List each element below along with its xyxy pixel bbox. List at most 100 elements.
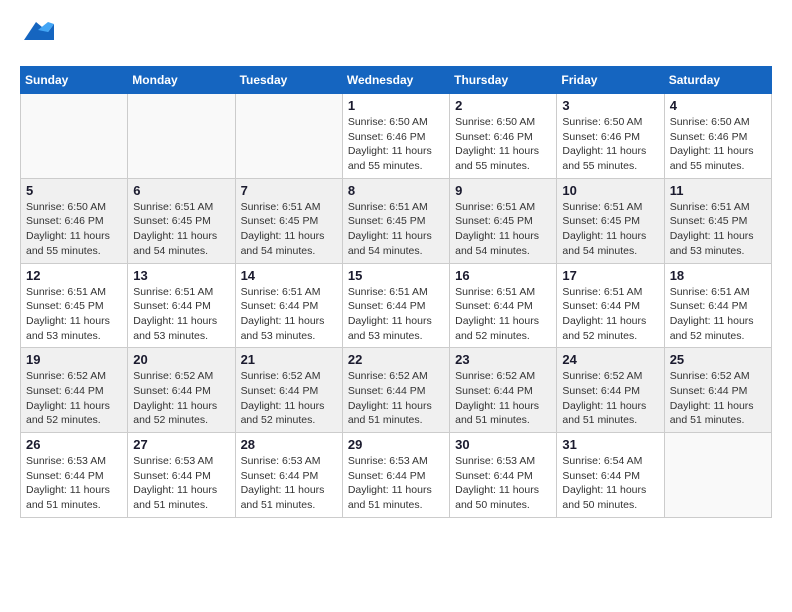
weekday-header: Monday: [128, 67, 235, 94]
calendar-day-cell: 6 Sunrise: 6:51 AMSunset: 6:45 PMDaylight…: [128, 178, 235, 263]
calendar-day-cell: 12 Sunrise: 6:51 AMSunset: 6:45 PMDayligh…: [21, 263, 128, 348]
day-info: Sunrise: 6:50 AMSunset: 6:46 PMDaylight:…: [455, 115, 551, 174]
day-number: 7: [241, 183, 337, 198]
calendar-day-cell: 15 Sunrise: 6:51 AMSunset: 6:44 PMDayligh…: [342, 263, 449, 348]
day-info: Sunrise: 6:52 AMSunset: 6:44 PMDaylight:…: [670, 369, 766, 428]
day-info: Sunrise: 6:53 AMSunset: 6:44 PMDaylight:…: [348, 454, 444, 513]
day-number: 4: [670, 98, 766, 113]
calendar-day-cell: 11 Sunrise: 6:51 AMSunset: 6:45 PMDayligh…: [664, 178, 771, 263]
calendar-day-cell: 25 Sunrise: 6:52 AMSunset: 6:44 PMDayligh…: [664, 348, 771, 433]
calendar-day-cell: 22 Sunrise: 6:52 AMSunset: 6:44 PMDayligh…: [342, 348, 449, 433]
day-info: Sunrise: 6:51 AMSunset: 6:45 PMDaylight:…: [562, 200, 658, 259]
calendar-day-cell: 14Sunrise: 6:51 AMSunset: 6:44 PMDayligh…: [235, 263, 342, 348]
day-info: Sunrise: 6:52 AMSunset: 6:44 PMDaylight:…: [562, 369, 658, 428]
day-info: Sunrise: 6:51 AMSunset: 6:45 PMDaylight:…: [241, 200, 337, 259]
day-number: 6: [133, 183, 229, 198]
weekday-header: Sunday: [21, 67, 128, 94]
calendar-day-cell: 20 Sunrise: 6:52 AMSunset: 6:44 PMDayligh…: [128, 348, 235, 433]
weekday-header-row: SundayMondayTuesdayWednesdayThursdayFrid…: [21, 67, 772, 94]
calendar-day-cell: 26 Sunrise: 6:53 AMSunset: 6:44 PMDayligh…: [21, 433, 128, 518]
calendar-table: SundayMondayTuesdayWednesdayThursdayFrid…: [20, 66, 772, 518]
logo: [20, 20, 54, 50]
calendar-week-row: 19 Sunrise: 6:52 AMSunset: 6:44 PMDayligh…: [21, 348, 772, 433]
day-number: 27: [133, 437, 229, 452]
calendar-day-cell: 21 Sunrise: 6:52 AMSunset: 6:44 PMDayligh…: [235, 348, 342, 433]
day-info: Sunrise: 6:51 AMSunset: 6:44 PMDaylight:…: [133, 285, 229, 344]
day-number: 3: [562, 98, 658, 113]
day-number: 10: [562, 183, 658, 198]
day-number: 9: [455, 183, 551, 198]
day-number: 22: [348, 352, 444, 367]
day-info: Sunrise: 6:52 AMSunset: 6:44 PMDaylight:…: [241, 369, 337, 428]
day-number: 16: [455, 268, 551, 283]
calendar-day-cell: [128, 94, 235, 179]
day-number: 5: [26, 183, 122, 198]
day-number: 30: [455, 437, 551, 452]
calendar-day-cell: 19 Sunrise: 6:52 AMSunset: 6:44 PMDayligh…: [21, 348, 128, 433]
day-info: Sunrise: 6:52 AMSunset: 6:44 PMDaylight:…: [455, 369, 551, 428]
day-info: Sunrise: 6:53 AMSunset: 6:44 PMDaylight:…: [455, 454, 551, 513]
day-number: 23: [455, 352, 551, 367]
weekday-header: Friday: [557, 67, 664, 94]
calendar-day-cell: 2 Sunrise: 6:50 AMSunset: 6:46 PMDaylight…: [450, 94, 557, 179]
day-number: 25: [670, 352, 766, 367]
day-info: Sunrise: 6:51 AMSunset: 6:45 PMDaylight:…: [133, 200, 229, 259]
calendar-day-cell: 29Sunrise: 6:53 AMSunset: 6:44 PMDayligh…: [342, 433, 449, 518]
calendar-week-row: 1 Sunrise: 6:50 AMSunset: 6:46 PMDaylight…: [21, 94, 772, 179]
day-info: Sunrise: 6:51 AMSunset: 6:45 PMDaylight:…: [455, 200, 551, 259]
day-info: Sunrise: 6:50 AMSunset: 6:46 PMDaylight:…: [562, 115, 658, 174]
day-number: 11: [670, 183, 766, 198]
day-number: 12: [26, 268, 122, 283]
day-info: Sunrise: 6:53 AMSunset: 6:44 PMDaylight:…: [26, 454, 122, 513]
day-info: Sunrise: 6:50 AMSunset: 6:46 PMDaylight:…: [348, 115, 444, 174]
calendar-day-cell: 17 Sunrise: 6:51 AMSunset: 6:44 PMDayligh…: [557, 263, 664, 348]
day-number: 2: [455, 98, 551, 113]
day-number: 19: [26, 352, 122, 367]
day-number: 17: [562, 268, 658, 283]
calendar-week-row: 26 Sunrise: 6:53 AMSunset: 6:44 PMDayligh…: [21, 433, 772, 518]
day-info: Sunrise: 6:53 AMSunset: 6:44 PMDaylight:…: [133, 454, 229, 513]
day-info: Sunrise: 6:51 AMSunset: 6:44 PMDaylight:…: [562, 285, 658, 344]
day-number: 21: [241, 352, 337, 367]
calendar-day-cell: 9 Sunrise: 6:51 AMSunset: 6:45 PMDaylight…: [450, 178, 557, 263]
day-number: 18: [670, 268, 766, 283]
calendar-day-cell: 10 Sunrise: 6:51 AMSunset: 6:45 PMDayligh…: [557, 178, 664, 263]
calendar-day-cell: 31Sunrise: 6:54 AMSunset: 6:44 PMDayligh…: [557, 433, 664, 518]
day-number: 15: [348, 268, 444, 283]
day-number: 8: [348, 183, 444, 198]
calendar-day-cell: 18 Sunrise: 6:51 AMSunset: 6:44 PMDayligh…: [664, 263, 771, 348]
day-info: Sunrise: 6:50 AMSunset: 6:46 PMDaylight:…: [26, 200, 122, 259]
calendar-day-cell: 8Sunrise: 6:51 AMSunset: 6:45 PMDaylight…: [342, 178, 449, 263]
calendar-week-row: 12 Sunrise: 6:51 AMSunset: 6:45 PMDayligh…: [21, 263, 772, 348]
weekday-header: Wednesday: [342, 67, 449, 94]
weekday-header: Saturday: [664, 67, 771, 94]
day-info: Sunrise: 6:51 AMSunset: 6:45 PMDaylight:…: [26, 285, 122, 344]
day-info: Sunrise: 6:52 AMSunset: 6:44 PMDaylight:…: [133, 369, 229, 428]
calendar-day-cell: 16Sunrise: 6:51 AMSunset: 6:44 PMDayligh…: [450, 263, 557, 348]
weekday-header: Thursday: [450, 67, 557, 94]
calendar-day-cell: 5 Sunrise: 6:50 AMSunset: 6:46 PMDaylight…: [21, 178, 128, 263]
day-number: 13: [133, 268, 229, 283]
calendar-day-cell: 3 Sunrise: 6:50 AMSunset: 6:46 PMDaylight…: [557, 94, 664, 179]
day-info: Sunrise: 6:53 AMSunset: 6:44 PMDaylight:…: [241, 454, 337, 513]
day-info: Sunrise: 6:51 AMSunset: 6:44 PMDaylight:…: [348, 285, 444, 344]
calendar-day-cell: 13 Sunrise: 6:51 AMSunset: 6:44 PMDayligh…: [128, 263, 235, 348]
calendar-day-cell: 27 Sunrise: 6:53 AMSunset: 6:44 PMDayligh…: [128, 433, 235, 518]
day-number: 20: [133, 352, 229, 367]
day-number: 1: [348, 98, 444, 113]
calendar-day-cell: [21, 94, 128, 179]
calendar-day-cell: 1 Sunrise: 6:50 AMSunset: 6:46 PMDaylight…: [342, 94, 449, 179]
day-info: Sunrise: 6:52 AMSunset: 6:44 PMDaylight:…: [26, 369, 122, 428]
calendar-day-cell: 30 Sunrise: 6:53 AMSunset: 6:44 PMDayligh…: [450, 433, 557, 518]
calendar-day-cell: 28 Sunrise: 6:53 AMSunset: 6:44 PMDayligh…: [235, 433, 342, 518]
day-number: 26: [26, 437, 122, 452]
day-number: 24: [562, 352, 658, 367]
day-number: 28: [241, 437, 337, 452]
day-info: Sunrise: 6:51 AMSunset: 6:44 PMDaylight:…: [670, 285, 766, 344]
calendar-day-cell: 4 Sunrise: 6:50 AMSunset: 6:46 PMDaylight…: [664, 94, 771, 179]
day-info: Sunrise: 6:52 AMSunset: 6:44 PMDaylight:…: [348, 369, 444, 428]
day-info: Sunrise: 6:54 AMSunset: 6:44 PMDaylight:…: [562, 454, 658, 513]
day-number: 14: [241, 268, 337, 283]
day-info: Sunrise: 6:50 AMSunset: 6:46 PMDaylight:…: [670, 115, 766, 174]
day-info: Sunrise: 6:51 AMSunset: 6:45 PMDaylight:…: [670, 200, 766, 259]
